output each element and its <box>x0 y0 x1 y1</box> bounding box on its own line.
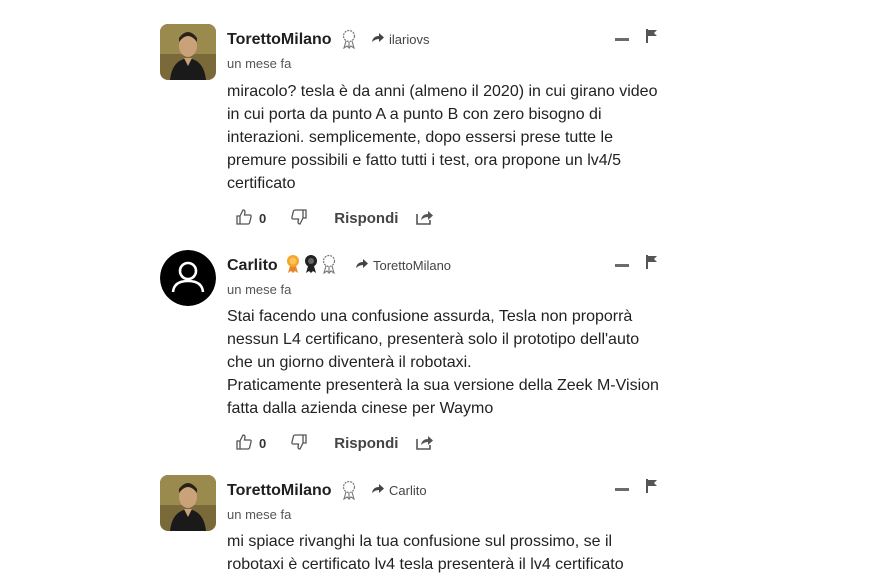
comment-author[interactable]: TorettoMilano <box>227 31 332 49</box>
reply-to-name: TorettoMilano <box>373 258 452 273</box>
dislike-button[interactable] <box>290 208 308 229</box>
comment-time: un mese fa <box>227 507 292 522</box>
badge-list <box>285 254 337 279</box>
comment-time: un mese fa <box>227 56 292 71</box>
comment-line: interazioni. semplicemente, dopo essersi… <box>227 129 613 146</box>
comment-author[interactable]: Carlito <box>227 257 278 275</box>
comment: Carlito TorettoMilano un mese fa Stai fa… <box>160 250 660 460</box>
like-button[interactable]: 0 <box>235 433 266 454</box>
thumbs-up-icon <box>235 433 253 454</box>
comment-actions: 0 Rispondi <box>235 208 434 229</box>
collapse-icon[interactable] <box>615 264 629 267</box>
collapse-icon[interactable] <box>615 488 629 491</box>
comment-line: Stai facendo una confusione assurda, Tes… <box>227 308 633 325</box>
avatar[interactable] <box>160 250 216 306</box>
comment-line: mi spiace rivanghi la tua confusione sul… <box>227 533 613 550</box>
reply-arrow-icon <box>371 483 385 498</box>
like-count: 0 <box>259 436 267 451</box>
comment-line: che un giorno diventerà il robotaxi. <box>227 354 472 371</box>
thumbs-down-icon <box>290 209 308 229</box>
comment: TorettoMilano ilariovs un mese fa miraco… <box>160 24 660 234</box>
comment-body: Stai facendo una confusione assurda, Tes… <box>227 305 677 420</box>
comment: TorettoMilano Carlito un mese fa mi spia… <box>160 475 660 581</box>
ribbon-black-icon <box>303 254 319 279</box>
share-icon[interactable] <box>416 434 434 453</box>
ribbon-outline-icon <box>341 29 357 54</box>
reply-button[interactable]: Rispondi <box>334 210 398 227</box>
flag-icon[interactable] <box>646 255 658 274</box>
reply-to-link[interactable]: TorettoMilano <box>355 258 451 273</box>
avatar[interactable] <box>160 24 216 80</box>
dislike-button[interactable] <box>290 433 308 454</box>
comment-time: un mese fa <box>227 282 292 297</box>
reply-to-link[interactable]: ilariovs <box>371 32 429 47</box>
reply-arrow-icon <box>371 32 385 47</box>
ribbon-outline-icon <box>341 480 357 505</box>
comment-actions: 0 Rispondi <box>235 433 434 454</box>
comment-line: robotaxi è certificato lv4 tesla present… <box>227 556 624 573</box>
badge-list <box>341 480 357 505</box>
comment-line: nessun L4 certificano, presenterà solo i… <box>227 331 640 348</box>
reply-button[interactable]: Rispondi <box>334 435 398 452</box>
reply-to-name: ilariovs <box>389 32 430 47</box>
flag-icon[interactable] <box>646 29 658 48</box>
badge-list <box>341 29 357 54</box>
ribbon-orange-icon <box>285 254 301 279</box>
comment-body: mi spiace rivanghi la tua confusione sul… <box>227 530 677 576</box>
thumbs-down-icon <box>290 434 308 454</box>
comment-body: miracolo? tesla è da anni (almeno il 202… <box>227 80 677 195</box>
comment-line: Praticamente presenterà la sua versione … <box>227 377 659 394</box>
comment-line: fatta dalla azienda cinese per Waymo <box>227 400 494 417</box>
like-button[interactable]: 0 <box>235 208 266 229</box>
thumbs-up-icon <box>235 208 253 229</box>
reply-to-link[interactable]: Carlito <box>371 483 427 498</box>
avatar[interactable] <box>160 475 216 531</box>
comment-author[interactable]: TorettoMilano <box>227 482 332 500</box>
comment-line: premure possibili e fatto tutti i test, … <box>227 152 621 169</box>
like-count: 0 <box>259 211 267 226</box>
collapse-icon[interactable] <box>615 38 629 41</box>
reply-to-name: Carlito <box>389 483 427 498</box>
share-icon[interactable] <box>416 209 434 228</box>
reply-arrow-icon <box>355 258 369 273</box>
ribbon-outline-icon <box>321 254 337 279</box>
comment-line: in cui porta da punto A a punto B con ze… <box>227 106 602 123</box>
comment-line: certificato <box>227 175 296 192</box>
flag-icon[interactable] <box>646 479 658 498</box>
comment-line: miracolo? tesla è da anni (almeno il 202… <box>227 83 658 100</box>
